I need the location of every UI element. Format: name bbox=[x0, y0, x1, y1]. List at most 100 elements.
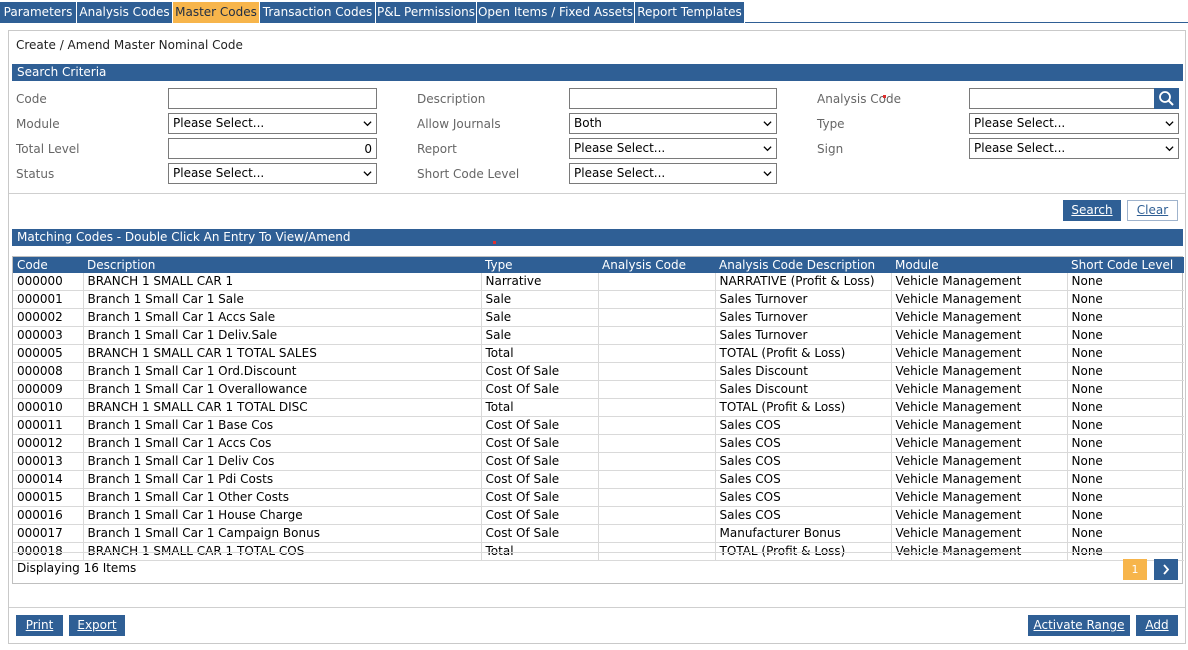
module-label: Module bbox=[16, 117, 60, 131]
cell-description: Branch 1 Small Car 1 Accs Sale bbox=[83, 308, 482, 327]
activate-range-button[interactable]: Activate Range bbox=[1028, 615, 1130, 636]
cell-short-code-level: None bbox=[1067, 506, 1184, 525]
cell-analysis-code bbox=[598, 362, 716, 381]
cell-code: 000001 bbox=[13, 290, 84, 309]
cell-short-code-level: None bbox=[1067, 488, 1184, 507]
table-row[interactable]: 000016 Branch 1 Small Car 1 House Charge C… bbox=[13, 506, 1184, 525]
table-row[interactable]: 000015 Branch 1 Small Car 1 Other Costs Co… bbox=[13, 488, 1184, 507]
column-header-short-code-level[interactable]: Short Code Level bbox=[1067, 257, 1184, 273]
allow-journals-select[interactable]: Both bbox=[569, 113, 777, 134]
table-row[interactable]: 000011 Branch 1 Small Car 1 Base Cos Cost … bbox=[13, 416, 1184, 435]
cell-analysis-code bbox=[598, 398, 716, 417]
cell-description: Branch 1 Small Car 1 Base Cos bbox=[83, 416, 482, 435]
tab-transaction-codes[interactable]: Transaction Codes bbox=[260, 2, 376, 23]
column-header-module[interactable]: Module bbox=[891, 257, 1067, 273]
status-label: Status bbox=[16, 167, 55, 181]
cell-analysis-code bbox=[598, 416, 716, 435]
export-button[interactable]: Export bbox=[69, 615, 125, 636]
analysis-code-lookup-button[interactable] bbox=[1154, 88, 1179, 109]
allow-journals-label: Allow Journals bbox=[417, 117, 501, 131]
required-marker bbox=[883, 95, 886, 98]
column-header-analysis-code-description[interactable]: Analysis Code Description bbox=[715, 257, 891, 273]
tab-master-codes[interactable]: Master Codes bbox=[173, 2, 260, 23]
sign-select-value: Please Select... bbox=[974, 141, 1066, 155]
module-select[interactable]: Please Select... bbox=[168, 113, 377, 134]
clear-button[interactable]: Clear bbox=[1127, 200, 1178, 221]
chevron-right-icon bbox=[1163, 564, 1170, 575]
column-header-code[interactable]: Code bbox=[13, 257, 83, 273]
chevron-down-icon bbox=[763, 121, 772, 127]
cell-code: 000011 bbox=[13, 416, 84, 435]
tab-parameters[interactable]: Parameters bbox=[0, 2, 77, 23]
page-1-button[interactable]: 1 bbox=[1123, 559, 1147, 580]
cell-analysis-code bbox=[598, 308, 716, 327]
red-marker bbox=[493, 241, 496, 244]
table-row[interactable]: 000000 BRANCH 1 SMALL CAR 1 Narrative NARRA… bbox=[13, 273, 1184, 291]
short-code-level-select[interactable]: Please Select... bbox=[569, 163, 777, 184]
cell-type: Cost Of Sale bbox=[481, 380, 599, 399]
tab-bar: Parameters Analysis Codes Master Codes T… bbox=[0, 0, 1188, 23]
table-row[interactable]: 000005 BRANCH 1 SMALL CAR 1 TOTAL SALES To… bbox=[13, 344, 1184, 363]
cell-type: Cost Of Sale bbox=[481, 416, 599, 435]
tab-analysis-codes[interactable]: Analysis Codes bbox=[77, 2, 173, 23]
print-button[interactable]: Print bbox=[16, 615, 63, 636]
allow-journals-select-value: Both bbox=[574, 116, 602, 130]
short-code-level-select-value: Please Select... bbox=[574, 166, 666, 180]
cell-code: 000014 bbox=[13, 470, 84, 489]
cell-analysis-code-description: Sales Turnover bbox=[715, 308, 892, 327]
sign-select[interactable]: Please Select... bbox=[969, 138, 1179, 159]
cell-code: 000005 bbox=[13, 344, 84, 363]
cell-short-code-level: None bbox=[1067, 326, 1184, 345]
cell-analysis-code-description: Sales Turnover bbox=[715, 326, 892, 345]
cell-short-code-level: None bbox=[1067, 452, 1184, 471]
code-input[interactable] bbox=[168, 88, 377, 109]
cell-description: Branch 1 Small Car 1 Accs Cos bbox=[83, 434, 482, 453]
cell-analysis-code bbox=[598, 488, 716, 507]
analysis-code-input[interactable] bbox=[969, 88, 1155, 109]
search-button[interactable]: Search bbox=[1063, 200, 1121, 221]
tab-report-templates[interactable]: Report Templates bbox=[635, 2, 745, 23]
table-row[interactable]: 000003 Branch 1 Small Car 1 Deliv.Sale Sal… bbox=[13, 326, 1184, 345]
type-select[interactable]: Please Select... bbox=[969, 113, 1179, 134]
status-select[interactable]: Please Select... bbox=[168, 163, 377, 184]
cell-description: Branch 1 Small Car 1 Ord.Discount bbox=[83, 362, 482, 381]
table-row[interactable]: 000001 Branch 1 Small Car 1 Sale Sale Sales… bbox=[13, 290, 1184, 309]
cell-code: 000000 bbox=[13, 273, 84, 291]
chevron-down-icon bbox=[1165, 121, 1174, 127]
cell-short-code-level: None bbox=[1067, 290, 1184, 309]
table-row[interactable]: 000002 Branch 1 Small Car 1 Accs Sale Sale… bbox=[13, 308, 1184, 327]
cell-code: 000013 bbox=[13, 452, 84, 471]
table-row[interactable]: 000008 Branch 1 Small Car 1 Ord.Discount C… bbox=[13, 362, 1184, 381]
table-row[interactable]: 000013 Branch 1 Small Car 1 Deliv Cos Cost… bbox=[13, 452, 1184, 471]
report-select[interactable]: Please Select... bbox=[569, 138, 777, 159]
total-level-input[interactable] bbox=[168, 138, 377, 159]
cell-analysis-code-description: TOTAL (Profit & Loss) bbox=[715, 398, 892, 417]
cell-description: Branch 1 Small Car 1 House Charge bbox=[83, 506, 482, 525]
chevron-down-icon bbox=[763, 171, 772, 177]
next-page-button[interactable] bbox=[1154, 559, 1178, 580]
table-row[interactable]: 000010 BRANCH 1 SMALL CAR 1 TOTAL DISC Tot… bbox=[13, 398, 1184, 417]
cell-module: Vehicle Management bbox=[891, 488, 1068, 507]
column-header-analysis-code[interactable]: Analysis Code bbox=[598, 257, 715, 273]
analysis-code-label: Analysis Code bbox=[817, 92, 901, 106]
add-button[interactable]: Add bbox=[1136, 615, 1178, 636]
table-row[interactable]: 000014 Branch 1 Small Car 1 Pdi Costs Cost… bbox=[13, 470, 1184, 489]
cell-module: Vehicle Management bbox=[891, 344, 1068, 363]
column-header-description[interactable]: Description bbox=[83, 257, 481, 273]
cell-code: 000015 bbox=[13, 488, 84, 507]
table-row[interactable]: 000009 Branch 1 Small Car 1 Overallowance… bbox=[13, 380, 1184, 399]
tab-pl-permissions[interactable]: P&L Permissions bbox=[376, 2, 477, 23]
cell-description: BRANCH 1 SMALL CAR 1 bbox=[83, 273, 482, 291]
cell-analysis-code-description: NARRATIVE (Profit & Loss) bbox=[715, 273, 892, 291]
table-row[interactable]: 000017 Branch 1 Small Car 1 Campaign Bonu… bbox=[13, 524, 1184, 543]
column-header-type[interactable]: Type bbox=[481, 257, 598, 273]
type-label: Type bbox=[817, 117, 845, 131]
cell-description: Branch 1 Small Car 1 Sale bbox=[83, 290, 482, 309]
table-row[interactable]: 000012 Branch 1 Small Car 1 Accs Cos Cost … bbox=[13, 434, 1184, 453]
cell-module: Vehicle Management bbox=[891, 308, 1068, 327]
table-header-row: Code Description Type Analysis Code Anal… bbox=[13, 257, 1184, 273]
cell-module: Vehicle Management bbox=[891, 326, 1068, 345]
tab-open-items-fixed-assets[interactable]: Open Items / Fixed Assets bbox=[477, 2, 635, 23]
cell-type: Cost Of Sale bbox=[481, 488, 599, 507]
description-input[interactable] bbox=[569, 88, 777, 109]
